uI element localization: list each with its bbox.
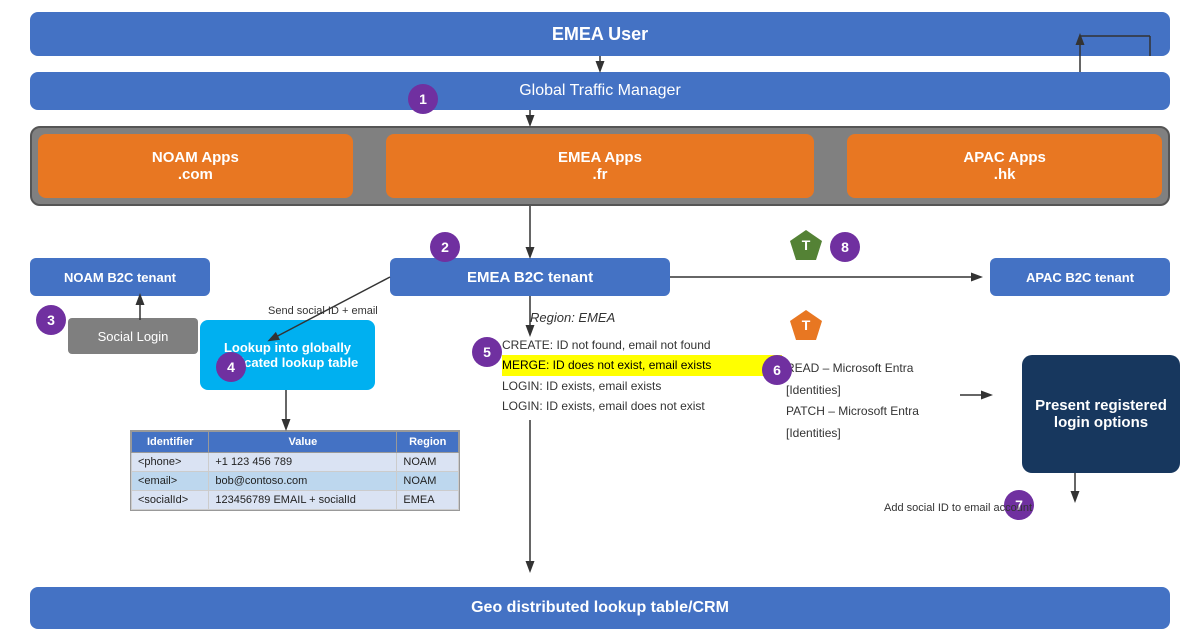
table-cell-region: NOAM: [397, 472, 459, 491]
svg-text:T: T: [802, 317, 811, 333]
social-login-label: Social Login: [98, 329, 169, 344]
gtm-label: Global Traffic Manager: [519, 82, 681, 100]
noam-apps-box: NOAM Apps.com: [38, 134, 353, 198]
gtm-bar: Global Traffic Manager: [30, 72, 1170, 110]
region-label: Region: EMEA: [530, 310, 615, 325]
social-login-box: Social Login: [68, 318, 198, 354]
step5-line4: LOGIN: ID exists, email does not exist: [502, 396, 782, 416]
badge-5: 5: [472, 337, 502, 367]
apac-apps-label: APAC Apps.hk: [963, 149, 1046, 183]
step5-block: CREATE: ID not found, email not found ME…: [502, 335, 782, 417]
step6-line1: READ – Microsoft Entra [Identities]: [786, 358, 961, 401]
step6-block: READ – Microsoft Entra [Identities] PATC…: [786, 358, 961, 444]
apac-b2c-tenant: APAC B2C tenant: [990, 258, 1170, 296]
apac-apps-box: APAC Apps.hk: [847, 134, 1162, 198]
table-cell-value: bob@contoso.com: [209, 472, 397, 491]
noam-apps-label: NOAM Apps.com: [152, 149, 239, 183]
table-cell-identifier: <socialId>: [132, 491, 209, 510]
apps-row: NOAM Apps.com EMEA Apps.fr APAC Apps.hk: [30, 126, 1170, 206]
badge-6: 6: [762, 355, 792, 385]
svg-text:T: T: [802, 237, 811, 253]
noam-b2c-tenant: NOAM B2C tenant: [30, 258, 210, 296]
table-cell-identifier: <phone>: [132, 453, 209, 472]
apac-b2c-label: APAC B2C tenant: [1026, 270, 1134, 285]
step5-line1: CREATE: ID not found, email not found: [502, 335, 782, 355]
badge-8: 8: [830, 232, 860, 262]
badge-4: 4: [216, 352, 246, 382]
geo-label: Geo distributed lookup table/CRM: [471, 599, 729, 617]
present-login-box: Present registered login options: [1022, 355, 1180, 473]
badge-2: 2: [430, 232, 460, 262]
col-identifier: Identifier: [132, 432, 209, 453]
emea-b2c-label: EMEA B2C tenant: [467, 269, 593, 286]
badge-3: 3: [36, 305, 66, 335]
add-social-id-label: Add social ID to email account: [884, 502, 1032, 514]
noam-b2c-label: NOAM B2C tenant: [64, 270, 176, 285]
table-cell-value: +1 123 456 789: [209, 453, 397, 472]
table-cell-region: NOAM: [397, 453, 459, 472]
step6-line2: PATCH – Microsoft Entra [Identities]: [786, 401, 961, 444]
step5-line2-highlight: MERGE: ID does not exist, email exists: [502, 355, 782, 375]
table-cell-value: 123456789 EMAIL + socialId: [209, 491, 397, 510]
emea-apps-label: EMEA Apps.fr: [558, 149, 642, 183]
send-social-id-label: Send social ID + email: [268, 305, 378, 317]
diagram: EMEA User Global Traffic Manager NOAM Ap…: [0, 0, 1200, 643]
step5-line3: LOGIN: ID exists, email exists: [502, 376, 782, 396]
lookup-table: Identifier Value Region <phone>+1 123 45…: [130, 430, 460, 511]
table-row: <phone>+1 123 456 789NOAM: [132, 453, 459, 472]
pentagon-t-orange: T: [788, 308, 824, 344]
col-value: Value: [209, 432, 397, 453]
emea-b2c-tenant: EMEA B2C tenant: [390, 258, 670, 296]
col-region: Region: [397, 432, 459, 453]
pentagon-t-green: T: [788, 228, 824, 264]
present-login-label: Present registered login options: [1032, 397, 1170, 431]
table-row: <email>bob@contoso.comNOAM: [132, 472, 459, 491]
table-row: <socialId>123456789 EMAIL + socialIdEMEA: [132, 491, 459, 510]
emea-user-bar: EMEA User: [30, 12, 1170, 56]
emea-user-label: EMEA User: [552, 24, 648, 45]
table-cell-identifier: <email>: [132, 472, 209, 491]
geo-bar: Geo distributed lookup table/CRM: [30, 587, 1170, 629]
emea-apps-box: EMEA Apps.fr: [386, 134, 813, 198]
badge-1: 1: [408, 84, 438, 114]
table-cell-region: EMEA: [397, 491, 459, 510]
